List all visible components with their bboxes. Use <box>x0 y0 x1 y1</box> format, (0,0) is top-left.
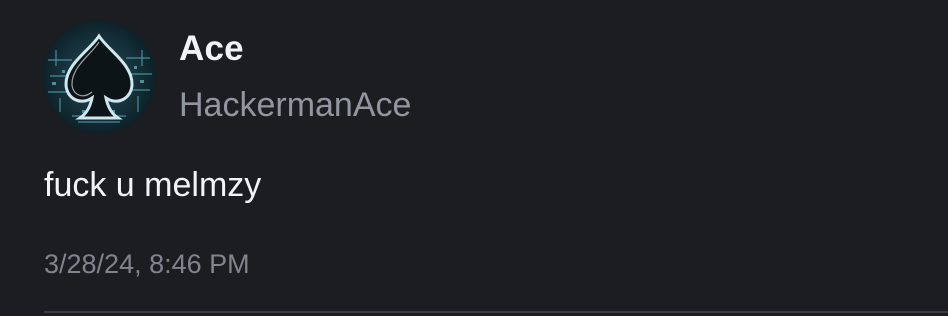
message-text: fuck u melmzy <box>44 166 262 204</box>
message-card: Ace HackermanAce fuck u melmzy 3/28/24, … <box>0 0 948 316</box>
avatar[interactable] <box>42 20 156 134</box>
message-timestamp: 3/28/24, 8:46 PM <box>44 249 250 279</box>
username[interactable]: HackermanAce <box>179 84 411 126</box>
spade-avatar-icon <box>48 33 152 123</box>
divider <box>44 311 948 313</box>
display-name[interactable]: Ace <box>179 28 244 70</box>
